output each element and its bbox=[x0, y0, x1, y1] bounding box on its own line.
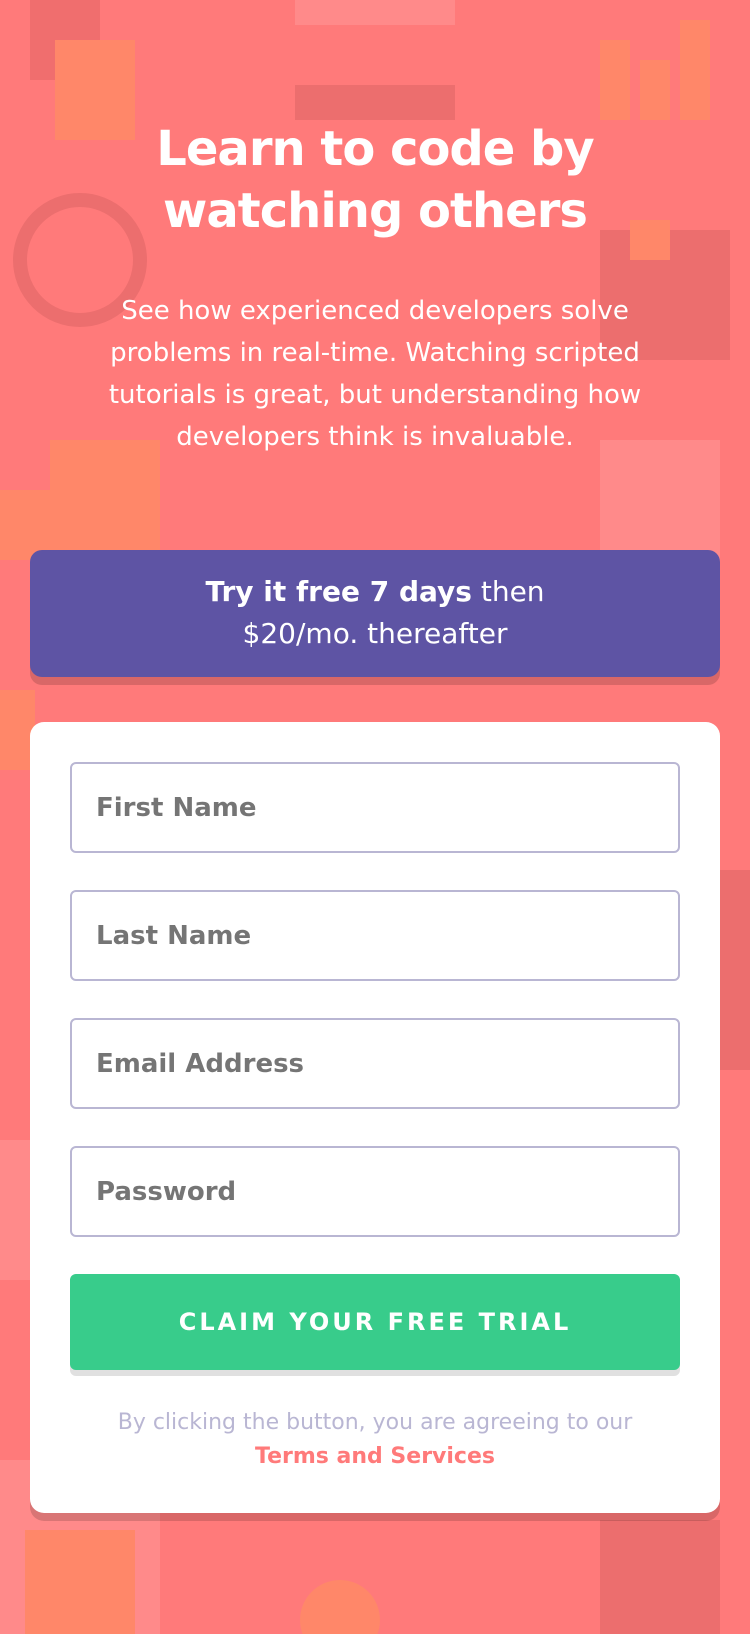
pricing-banner-price: $20/mo. thereafter bbox=[242, 617, 508, 650]
pricing-banner: Try it free 7 days then $20/mo. thereaft… bbox=[30, 550, 720, 677]
signup-form: CLAIM YOUR FREE TRIAL By clicking the bu… bbox=[30, 722, 720, 1513]
first-name-input[interactable] bbox=[70, 762, 680, 853]
claim-trial-button[interactable]: CLAIM YOUR FREE TRIAL bbox=[70, 1274, 680, 1370]
hero-description: See how experienced developers solve pro… bbox=[108, 296, 642, 452]
pricing-banner-bold: Try it free 7 days bbox=[205, 575, 472, 608]
last-name-input[interactable] bbox=[70, 890, 680, 981]
title-line-1: Learn to code by bbox=[156, 121, 594, 177]
title-line-2: watching others bbox=[163, 183, 588, 239]
terms-link[interactable]: Terms and Services bbox=[30, 1440, 720, 1474]
email-input[interactable] bbox=[70, 1018, 680, 1109]
legal-notice: By clicking the button, you are agreeing… bbox=[30, 1406, 720, 1474]
legal-text: By clicking the button, you are agreeing… bbox=[117, 1410, 633, 1435]
pricing-banner-then: then bbox=[471, 575, 545, 608]
page-title: Learn to code by watching others bbox=[0, 118, 750, 242]
password-input[interactable] bbox=[70, 1146, 680, 1237]
